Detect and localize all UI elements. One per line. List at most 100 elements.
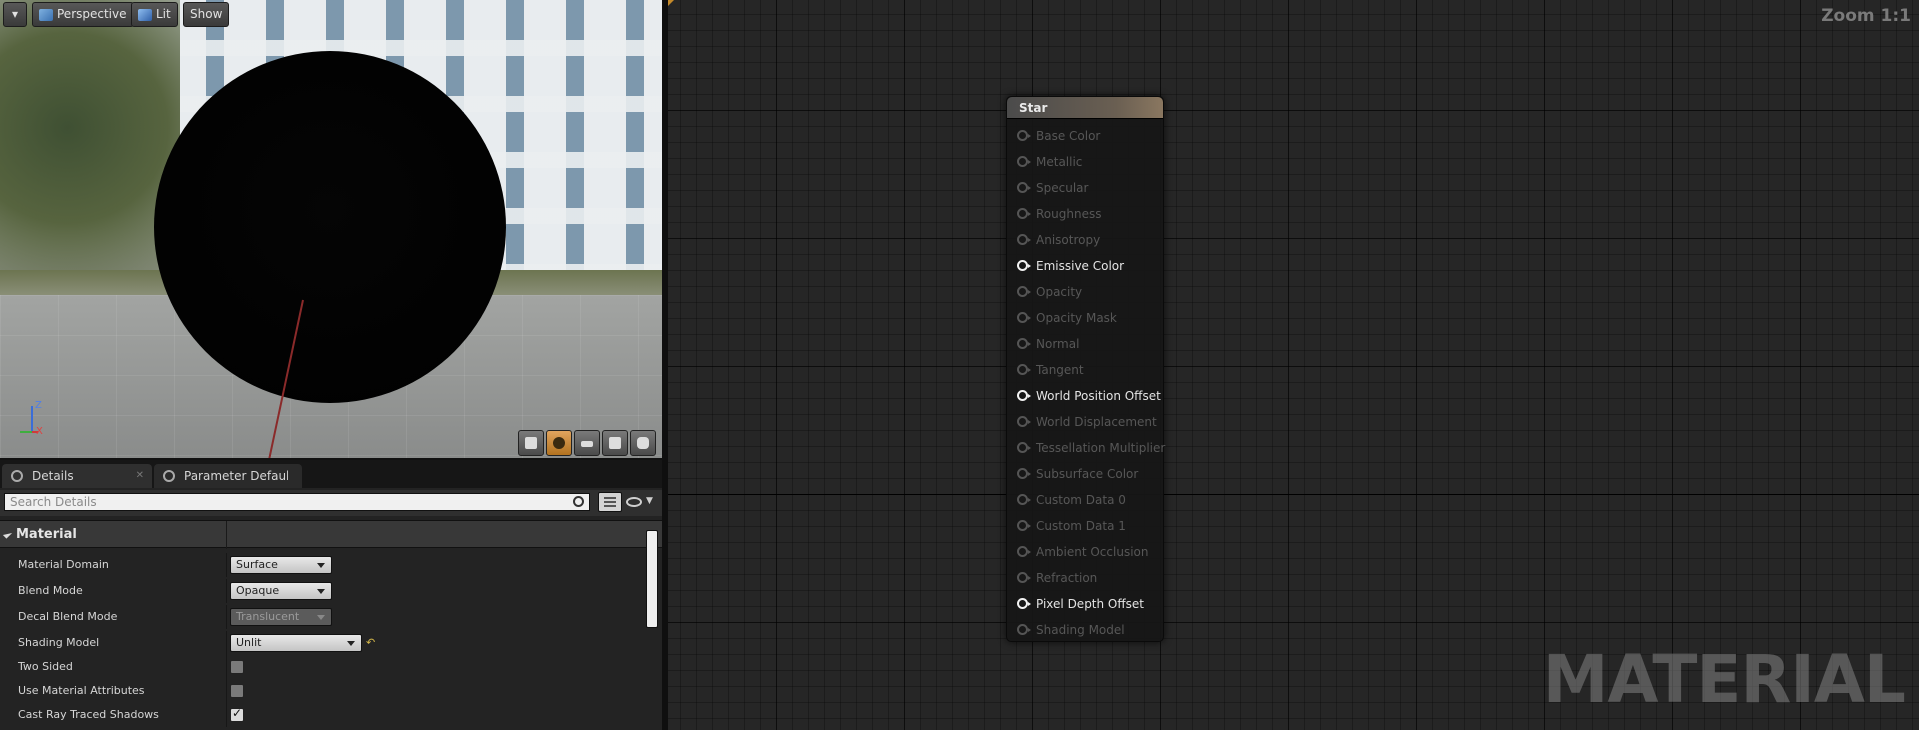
column-divider (226, 579, 227, 603)
input-pin-shading-model[interactable]: Shading Model (1007, 617, 1163, 643)
pin-connector-icon[interactable] (1017, 416, 1031, 427)
preview-mesh-button[interactable] (630, 430, 656, 456)
column-divider (226, 679, 227, 703)
pin-connector-icon[interactable] (1017, 624, 1031, 635)
close-icon[interactable]: ✕ (136, 464, 144, 488)
viewport-options-button[interactable]: ▾ (3, 2, 27, 27)
pin-connector-icon[interactable] (1017, 130, 1031, 141)
input-pin-roughness[interactable]: Roughness (1007, 201, 1163, 227)
tab-details[interactable]: Details ✕ (2, 464, 152, 488)
pin-connector-icon[interactable] (1017, 312, 1031, 323)
pin-label: Subsurface Color (1036, 467, 1139, 481)
chevron-down-icon (347, 641, 355, 646)
cast-ray-traced-shadows-checkbox[interactable] (230, 706, 244, 722)
preview-cylinder-button[interactable] (518, 430, 544, 456)
property-matrix-button[interactable] (598, 492, 622, 512)
property-name: Blend Mode (18, 584, 83, 597)
teapot-icon (637, 437, 649, 449)
two-sided-checkbox[interactable] (230, 660, 244, 674)
pin-connector-icon[interactable] (1017, 364, 1031, 375)
category-label: Material (16, 527, 77, 542)
input-pin-pixel-depth-offset[interactable]: Pixel Depth Offset (1007, 591, 1163, 617)
input-pin-metallic[interactable]: Metallic (1007, 149, 1163, 175)
graph-watermark: MATERIAL (1542, 641, 1906, 718)
pin-connector-icon[interactable] (1017, 468, 1031, 479)
column-divider (226, 703, 227, 727)
perspective-button[interactable]: Perspective (32, 2, 134, 27)
preview-plane-button[interactable] (574, 430, 600, 456)
pin-connector-icon[interactable] (1017, 208, 1031, 219)
pin-connector-icon[interactable] (1017, 156, 1031, 167)
pin-label: Anisotropy (1036, 233, 1101, 247)
input-pin-opacity-mask[interactable]: Opacity Mask (1007, 305, 1163, 331)
blend-mode-dropdown[interactable]: Opaque (230, 582, 332, 600)
show-button[interactable]: Show (183, 2, 230, 27)
input-pin-world-displacement[interactable]: World Displacement (1007, 409, 1163, 435)
pin-connector-icon[interactable] (1017, 572, 1031, 583)
input-pin-custom-data-0[interactable]: Custom Data 0 (1007, 487, 1163, 513)
input-pin-anisotropy[interactable]: Anisotropy (1007, 227, 1163, 253)
pin-connector-icon[interactable] (1017, 390, 1031, 401)
material-result-node[interactable]: Star Base Color Metallic Specular Roughness… (1006, 96, 1165, 643)
input-pin-opacity[interactable]: Opacity (1007, 279, 1163, 305)
preview-viewport[interactable]: ▾ Perspective Lit Show Z X (0, 0, 662, 458)
input-pin-tessellation-multiplier[interactable]: Tessellation Multiplier (1007, 435, 1165, 461)
chevron-down-icon[interactable]: ▼ (646, 496, 653, 506)
input-pin-specular[interactable]: Specular (1007, 175, 1163, 201)
pin-label: Refraction (1036, 571, 1098, 585)
pin-connector-icon[interactable] (1017, 260, 1031, 271)
reset-to-default-icon[interactable]: ↶ (366, 636, 375, 649)
material-domain-dropdown[interactable]: Surface (230, 556, 332, 574)
pin-connector-icon[interactable] (1017, 286, 1031, 297)
search-details-input[interactable]: Search Details (4, 493, 590, 511)
details-scrollbar[interactable] (646, 530, 658, 628)
input-pin-base-color[interactable]: Base Color (1007, 123, 1163, 149)
eye-icon[interactable] (626, 497, 642, 507)
input-pin-emissive-color[interactable]: Emissive Color (1007, 253, 1163, 279)
lit-button[interactable]: Lit (131, 2, 178, 27)
input-pin-ambient-occlusion[interactable]: Ambient Occlusion (1007, 539, 1163, 565)
plane-icon (581, 441, 593, 447)
pin-connector-icon[interactable] (1017, 234, 1031, 245)
pin-label: Base Color (1036, 129, 1101, 143)
preview-sphere-button[interactable] (546, 430, 572, 456)
pin-connector-icon[interactable] (1017, 598, 1031, 609)
show-label: Show (190, 7, 223, 21)
tab-details-label: Details (32, 469, 74, 483)
pin-label: Metallic (1036, 155, 1083, 169)
preview-cube-button[interactable] (602, 430, 628, 456)
tab-parameter-defaults[interactable]: Parameter Defaults (154, 464, 302, 488)
use-material-attributes-checkbox[interactable] (230, 684, 244, 698)
pin-connector-icon[interactable] (1017, 520, 1031, 531)
pin-connector-icon[interactable] (1017, 442, 1031, 453)
search-placeholder: Search Details (10, 495, 97, 509)
pin-connector-icon[interactable] (1017, 182, 1031, 193)
property-name: Material Domain (18, 558, 109, 571)
graph-origin-line (668, 494, 1919, 495)
property-name: Shading Model (18, 636, 100, 649)
pin-label: Pixel Depth Offset (1036, 597, 1144, 611)
chevron-down-icon: ▾ (11, 7, 19, 21)
input-pin-subsurface-color[interactable]: Subsurface Color (1007, 461, 1163, 487)
property-row-two-sided: Two Sided (0, 655, 644, 679)
search-icon (163, 470, 175, 482)
input-pin-world-position-offset[interactable]: World Position Offset (1007, 383, 1163, 409)
input-pin-custom-data-1[interactable]: Custom Data 1 (1007, 513, 1163, 539)
dropdown-value: Translucent (236, 610, 300, 623)
details-tab-bar: Details ✕ Parameter Defaults (0, 460, 662, 488)
pin-connector-icon[interactable] (1017, 546, 1031, 557)
input-pin-refraction[interactable]: Refraction (1007, 565, 1163, 591)
material-graph-canvas[interactable]: Zoom 1:1 MATERIAL Star Base Color Metalli… (668, 0, 1919, 730)
property-row-use-material-attributes: Use Material Attributes (0, 679, 644, 703)
input-pin-normal[interactable]: Normal (1007, 331, 1163, 357)
category-material[interactable]: Material (0, 520, 662, 549)
pin-label: Ambient Occlusion (1036, 545, 1149, 559)
shading-model-dropdown[interactable]: Unlit (230, 634, 362, 652)
dropdown-value: Surface (236, 558, 278, 571)
node-header[interactable]: Star (1007, 97, 1163, 119)
property-name: Cast Ray Traced Shadows (18, 708, 159, 721)
pin-connector-icon[interactable] (1017, 494, 1031, 505)
pin-connector-icon[interactable] (1017, 338, 1031, 349)
input-pin-tangent[interactable]: Tangent (1007, 357, 1163, 383)
lit-label: Lit (156, 7, 171, 21)
